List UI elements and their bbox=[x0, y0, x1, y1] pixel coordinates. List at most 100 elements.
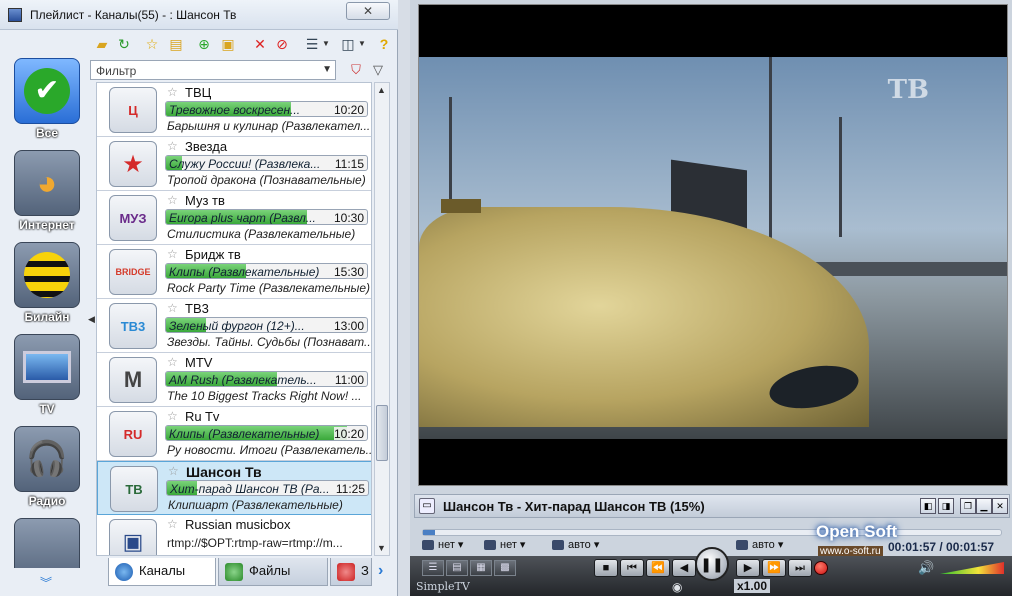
refresh-icon[interactable]: ↻ bbox=[114, 34, 134, 54]
minimize-panel-icon[interactable]: ▭ bbox=[419, 498, 435, 514]
minimize-icon[interactable]: ▁ bbox=[976, 498, 992, 514]
volume-slider[interactable] bbox=[940, 562, 1004, 574]
street-pole bbox=[839, 117, 842, 237]
prev-channel-button[interactable]: ⏮ bbox=[620, 559, 644, 577]
seek-position[interactable] bbox=[423, 530, 435, 535]
favorite-star-icon[interactable]: ☆ bbox=[167, 517, 178, 531]
option-aspect[interactable]: авто ▾ bbox=[552, 538, 599, 551]
stop-button[interactable]: ■ bbox=[594, 559, 618, 577]
favorite-star-icon[interactable]: ☆ bbox=[167, 301, 178, 315]
save-icon[interactable]: ▣ bbox=[218, 34, 238, 54]
filter-clear-icon[interactable]: ⛉ bbox=[346, 60, 366, 80]
channel-logo: RU bbox=[109, 411, 157, 457]
playback-speed[interactable]: x1.00 bbox=[734, 579, 771, 593]
category-internet[interactable]: ◕ Интернет bbox=[10, 150, 84, 240]
delete-icon[interactable]: ✕ bbox=[250, 34, 270, 54]
channel-row[interactable]: Ц ☆ ТВЦ Тревожное воскресен... 10:20 Бары… bbox=[97, 83, 371, 137]
tab-channels[interactable]: Каналы bbox=[108, 558, 216, 586]
close-icon[interactable]: ✕ bbox=[992, 498, 1008, 514]
channel-row[interactable]: RU ☆ Ru Tv Клипы (Развлекательные) 10:20 … bbox=[97, 407, 371, 461]
channel-row[interactable]: ★ ☆ Звезда Служу России! (Развлека... 11:… bbox=[97, 137, 371, 191]
tab-label: З bbox=[361, 563, 369, 578]
favorite-star-icon[interactable]: ☆ bbox=[167, 193, 178, 207]
playlist-titlebar: Плейлист - Каналы(55) - : Шансон Тв ✕ bbox=[0, 0, 398, 30]
close-button[interactable]: ✕ bbox=[346, 2, 390, 20]
tab-label: Файлы bbox=[249, 563, 291, 578]
add-icon[interactable]: ⊕ bbox=[194, 34, 214, 54]
detail-view-icon[interactable]: ▤ bbox=[446, 560, 468, 576]
favorite-star-icon[interactable]: ☆ bbox=[167, 355, 178, 369]
record-button[interactable] bbox=[814, 561, 828, 575]
volume-icon[interactable]: 🔊 bbox=[918, 560, 934, 576]
list-view-icon[interactable]: ☰ bbox=[422, 560, 444, 576]
category-more[interactable] bbox=[10, 518, 84, 568]
epg-time: 10:20 bbox=[333, 103, 364, 117]
scroll-down-icon[interactable]: ▼ bbox=[377, 543, 386, 553]
rewind-button[interactable]: ⏪ bbox=[646, 559, 670, 577]
channel-logo: ▣ bbox=[109, 519, 157, 555]
category-beeline[interactable]: Билайн bbox=[10, 242, 84, 332]
channel-row[interactable]: ТВ3 ☆ ТВ3 Зеленый фургон (12+)... 13:00 З… bbox=[97, 299, 371, 353]
favorite-star-icon[interactable]: ☆ bbox=[142, 34, 162, 54]
move-icon bbox=[484, 540, 496, 551]
fast-forward-button[interactable]: ⏩ bbox=[762, 559, 786, 577]
block-icon[interactable]: ⊘ bbox=[272, 34, 292, 54]
step-forward-button[interactable]: ▶ bbox=[736, 559, 760, 577]
scrollbar-thumb[interactable] bbox=[376, 405, 388, 461]
collapse-arrow-icon[interactable]: ◀ bbox=[88, 314, 95, 325]
channel-list[interactable]: Ц ☆ ТВЦ Тревожное воскресен... 10:20 Бары… bbox=[96, 82, 372, 556]
option-deinterlace[interactable]: авто ▾ bbox=[736, 538, 783, 551]
channel-row[interactable]: M ☆ MTV AM Rush (Развлекатель... 11:00 Th… bbox=[97, 353, 371, 407]
snapshot-icon[interactable]: ◉ bbox=[672, 580, 682, 594]
category-all[interactable]: ✔ Все bbox=[10, 58, 84, 148]
help-icon[interactable]: ? bbox=[374, 34, 394, 54]
video-area[interactable]: ТВ bbox=[418, 4, 1008, 486]
favorite-star-icon[interactable]: ☆ bbox=[168, 464, 179, 478]
category-tv[interactable]: TV bbox=[10, 334, 84, 424]
brand-name: Open Soft bbox=[816, 522, 898, 541]
channel-row[interactable]: МУЗ ☆ Муз тв Europa plus чарт (Развл... 1… bbox=[97, 191, 371, 245]
filter-input[interactable]: Фильтр ▼ bbox=[90, 60, 336, 80]
channel-row[interactable]: BRIDGE ☆ Бридж тв Клипы (Развлекательные… bbox=[97, 245, 371, 299]
epg-progress: Зеленый фургон (12+)... 13:00 bbox=[165, 317, 368, 333]
category-tile-icon bbox=[14, 518, 80, 568]
channel-row-selected[interactable]: ТВ ☆ Шансон Тв Хит-парад Шансон ТВ (Ра..… bbox=[97, 461, 371, 515]
favorite-star-icon[interactable]: ☆ bbox=[167, 85, 178, 99]
epg-next: Клипшарт (Развлекательные) bbox=[168, 498, 343, 512]
filter-icon[interactable]: ▽ bbox=[368, 60, 388, 80]
epg-next: The 10 Biggest Tracks Right Now! ... bbox=[167, 389, 362, 403]
favorite-star-icon[interactable]: ☆ bbox=[167, 139, 178, 153]
tab-third[interactable]: З bbox=[330, 558, 372, 586]
next-channel-button[interactable]: ⏭ bbox=[788, 559, 812, 577]
channel-list-scrollbar[interactable]: ▲ ▼ bbox=[374, 82, 390, 556]
pip-icon[interactable]: ◨ bbox=[938, 498, 954, 514]
option-position[interactable]: нет ▾ bbox=[484, 538, 525, 551]
step-back-button[interactable]: ◀ bbox=[672, 559, 696, 577]
channel-logo: Ц bbox=[109, 87, 157, 133]
view-list-dropdown-icon[interactable]: ▼ bbox=[316, 34, 336, 54]
chevron-right-icon[interactable]: › bbox=[378, 562, 383, 580]
grid-view-icon[interactable]: ▦ bbox=[470, 560, 492, 576]
chevron-down-icon[interactable]: ▼ bbox=[322, 64, 332, 75]
aspect-icon bbox=[552, 540, 564, 551]
window-mode-icon[interactable]: ◧ bbox=[920, 498, 936, 514]
favorite-star-icon[interactable]: ☆ bbox=[167, 409, 178, 423]
view-mode-dropdown-icon[interactable]: ▼ bbox=[352, 34, 372, 54]
group-icon[interactable]: ▤ bbox=[166, 34, 186, 54]
open-folder-icon[interactable]: ▰ bbox=[92, 34, 112, 54]
option-crop[interactable]: нет ▾ bbox=[422, 538, 463, 551]
favorite-star-icon[interactable]: ☆ bbox=[167, 247, 178, 261]
grid-large-view-icon[interactable]: ▩ bbox=[494, 560, 516, 576]
playlist-window: Плейлист - Каналы(55) - : Шансон Тв ✕ ▰ … bbox=[0, 0, 398, 596]
chevron-down-icon[interactable]: ︾ bbox=[40, 574, 52, 591]
scroll-up-icon[interactable]: ▲ bbox=[377, 85, 386, 95]
option-value: нет bbox=[438, 539, 455, 551]
restore-icon[interactable]: ❐ bbox=[960, 498, 976, 514]
epg-time: 11:15 bbox=[334, 157, 364, 171]
channel-row[interactable]: ▣ ☆ Russian musicbox rtmp://$OPT:rtmp-ra… bbox=[97, 515, 371, 555]
category-label: Все bbox=[35, 126, 58, 140]
tab-files[interactable]: Файлы bbox=[218, 558, 328, 586]
category-radio[interactable]: 🎧 Радио bbox=[10, 426, 84, 516]
pause-button[interactable]: ❚❚ bbox=[695, 547, 729, 581]
epg-now: Хит-парад Шансон ТВ (Ра... bbox=[170, 482, 330, 496]
